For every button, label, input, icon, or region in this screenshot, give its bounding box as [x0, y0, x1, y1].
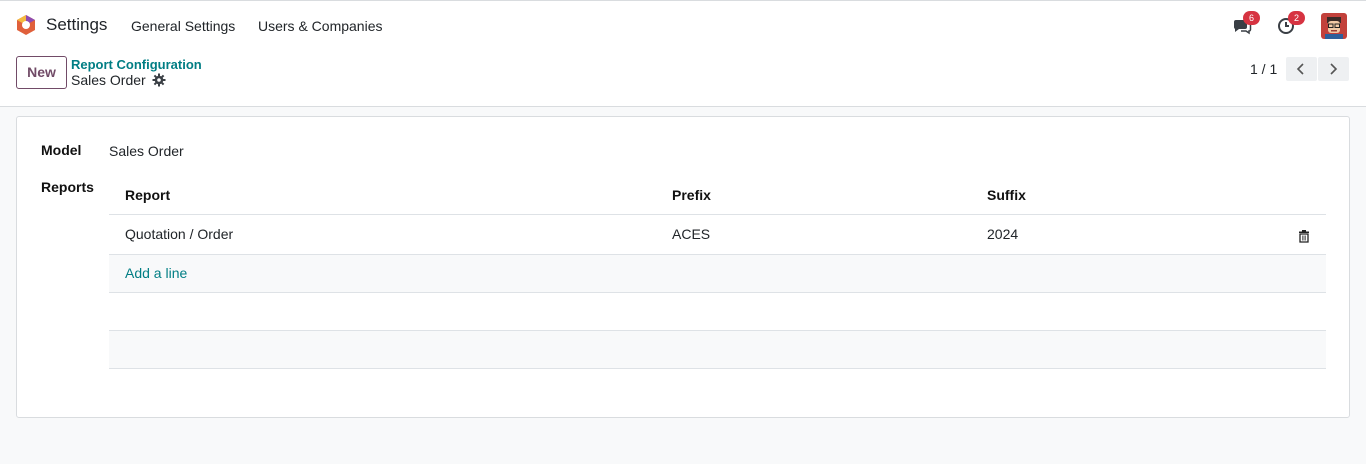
top-navbar: Settings General Settings Users & Compan… — [0, 0, 1366, 49]
avatar-icon — [1321, 13, 1347, 39]
chevron-left-icon — [1296, 63, 1304, 75]
user-avatar[interactable] — [1321, 13, 1347, 39]
column-header-report[interactable]: Report — [125, 187, 170, 203]
breadcrumb-current: Sales Order — [71, 72, 146, 88]
form-sheet: Model Sales Order Reports Report Prefix … — [16, 116, 1350, 418]
column-header-suffix[interactable]: Suffix — [987, 187, 1026, 203]
pager-value[interactable]: 1 / 1 — [1250, 61, 1277, 77]
messages-button[interactable]: 6 — [1232, 11, 1260, 36]
chevron-right-icon — [1330, 63, 1338, 75]
activities-badge: 2 — [1288, 11, 1305, 25]
reports-label: Reports — [41, 179, 94, 195]
cell-report[interactable]: Quotation / Order — [125, 226, 233, 242]
menu-users-companies[interactable]: Users & Companies — [258, 18, 383, 34]
app-logo-icon[interactable] — [15, 14, 37, 36]
gear-icon[interactable] — [152, 73, 166, 87]
breadcrumb-parent[interactable]: Report Configuration — [71, 57, 202, 72]
cell-suffix[interactable]: 2024 — [987, 226, 1018, 242]
column-header-prefix[interactable]: Prefix — [672, 187, 711, 203]
row-divider — [109, 292, 1326, 293]
row-divider — [109, 368, 1326, 369]
empty-row — [109, 331, 1326, 368]
menu-general-settings[interactable]: General Settings — [131, 18, 235, 34]
cell-prefix[interactable]: ACES — [672, 226, 710, 242]
activities-button[interactable]: 2 — [1277, 11, 1305, 36]
model-field[interactable]: Sales Order — [109, 143, 184, 159]
add-a-line-link[interactable]: Add a line — [125, 265, 187, 281]
add-line-row — [109, 255, 1326, 292]
trash-icon[interactable] — [1298, 230, 1310, 243]
messages-badge: 6 — [1243, 11, 1260, 25]
control-panel: New Report Configuration Sales Order 1 /… — [0, 49, 1366, 107]
pager-next-button[interactable] — [1318, 57, 1349, 81]
header-divider — [109, 214, 1326, 215]
app-name[interactable]: Settings — [46, 15, 107, 35]
pager-previous-button[interactable] — [1286, 57, 1317, 81]
new-button[interactable]: New — [16, 56, 67, 89]
model-label: Model — [41, 142, 82, 158]
